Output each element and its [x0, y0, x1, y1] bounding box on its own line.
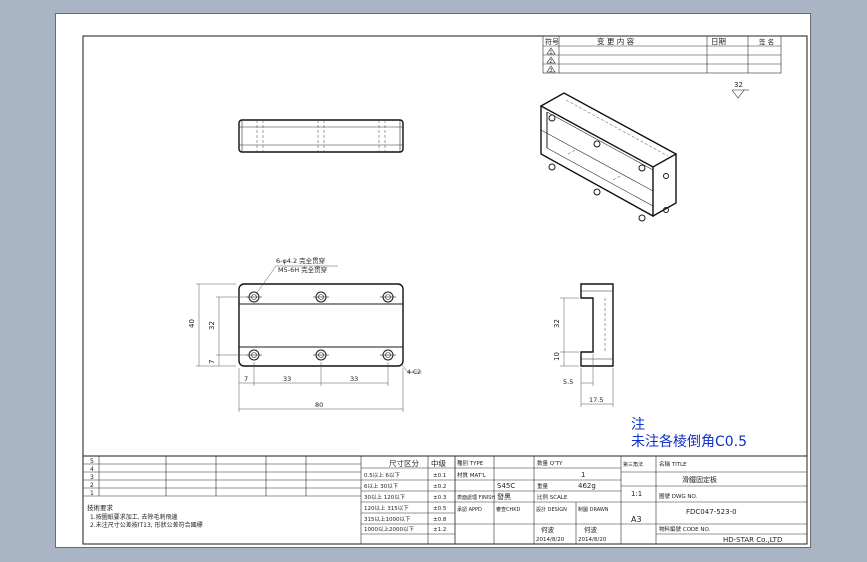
tol-range: 315以上1000以下 — [364, 515, 411, 523]
rev-row-3: 3 — [550, 68, 553, 74]
tb-designer: 何波 — [541, 525, 555, 534]
dim-chamfer: 4-C2 — [407, 369, 421, 376]
parts-row-index: 4 — [90, 466, 94, 473]
hole-callout-line1: 6-φ4.2 完全贯穿 — [276, 256, 325, 265]
tol-range: 0.5以上 6以下 — [364, 471, 400, 479]
rev-row-2: 2 — [550, 59, 553, 65]
rev-header-sign: 签 名 — [759, 37, 774, 46]
tb-name: 滑鐵固定板 — [682, 475, 717, 484]
company-name: HD-STAR Co.,LTD — [723, 536, 782, 544]
tb-weight: 462g — [578, 482, 596, 490]
tol-value: ±1.2 — [433, 527, 446, 533]
surface-finish-value: 32 — [734, 81, 743, 89]
parts-row-index: 3 — [90, 474, 94, 481]
title-block: 種別 TYPE 数量 Q'TY 1 材質 MAT'L S45C 重量 462g … — [454, 455, 808, 545]
side-dim-h-small: 5.5 — [563, 378, 573, 386]
dim-h-pitch2: 33 — [350, 375, 358, 383]
tb-name-label: 名稱 TITLE — [659, 460, 687, 468]
side-dim-vertical-lower: 10 — [553, 352, 561, 361]
tech-req-line2: 2.未注尺寸公差按IT13, 形狀公差符合國標 — [90, 521, 203, 529]
tol-header2: 中级 — [431, 458, 446, 468]
tb-finish: 發黑 — [497, 492, 511, 501]
note-title: 注 — [631, 417, 645, 433]
rev-header-symbol: 符号 — [545, 37, 559, 46]
tb-drawer: 何波 — [584, 525, 598, 534]
tol-range: 1000以上2000以下 — [364, 525, 414, 533]
side-view — [580, 283, 614, 367]
tol-value: ±0.1 — [433, 473, 446, 479]
note-text: 未注各棱倒角C0.5 — [631, 434, 747, 450]
parts-row-index: 5 — [90, 458, 94, 465]
tech-req-line1: 1.按圖紙要求加工, 去除毛刺飛邊 — [90, 513, 178, 521]
tb-scale: 1:1 — [631, 490, 642, 498]
dim-h-pitch1: 33 — [283, 375, 291, 383]
dim-vertical-mid: 32 — [208, 321, 216, 330]
parts-row-index: 2 — [90, 482, 94, 489]
tol-value: ±0.5 — [433, 506, 447, 512]
tb-projection-label: 第三角法 — [623, 461, 643, 468]
front-view-dimensions: 6-φ4.2 完全贯穿 M5-6H 完全贯穿 40 32 7 7 33 33 8… — [188, 256, 422, 412]
parts-row-index: 1 — [90, 490, 94, 497]
top-view — [238, 119, 404, 153]
tol-range: 6以上 30以下 — [364, 482, 399, 490]
tb-finish-label: 表面處理 FINISH — [457, 494, 495, 501]
tolerance-table: 尺寸区分 中级 0.5以上 6以下 ±0.1 6以上 30以下 ±0.2 30以… — [360, 455, 456, 545]
tol-value: ±0.3 — [433, 495, 447, 501]
engineering-drawing: 符号 变 更 内 容 日期 签 名 1 2 3 32 6-φ4.2 完全贯穿 M… — [82, 35, 808, 545]
tb-qty: 1 — [581, 471, 585, 479]
dim-h-small: 7 — [244, 375, 248, 383]
drawing-sheet: 符号 变 更 内 容 日期 签 名 1 2 3 32 6-φ4.2 完全贯穿 M… — [55, 13, 811, 548]
tb-design-label: 設計 DESIGN — [536, 506, 567, 513]
tb-material: S45C — [497, 482, 515, 490]
tech-req-title: 技術要求 — [87, 503, 114, 512]
isometric-view — [539, 92, 678, 222]
tb-size: A3 — [631, 515, 642, 524]
rev-row-1: 1 — [550, 50, 553, 56]
tb-scale-label: 比例 SCALE — [537, 493, 568, 501]
tb-approved-label: 承認 APPD — [457, 506, 482, 513]
tb-date2: 2014/8/20 — [578, 537, 607, 543]
front-view — [238, 283, 404, 367]
tb-checked-label: 審查CHKD — [496, 506, 521, 513]
tb-material-label: 材質 MAT'L — [457, 471, 487, 479]
revision-table: 符号 变 更 内 容 日期 签 名 1 2 3 — [542, 35, 782, 74]
tb-dwg-no: FDC047-523-0 — [686, 508, 737, 516]
tb-date1: 2014/8/20 — [536, 537, 565, 543]
tb-weight-label: 重量 — [537, 482, 549, 490]
tb-qty-label: 数量 Q'TY — [537, 459, 563, 467]
tol-value: ±0.8 — [433, 517, 447, 523]
tb-type-label: 種別 TYPE — [457, 459, 484, 467]
side-dim-h-total: 17.5 — [589, 396, 603, 404]
tb-dwg-label: 圖號 DWG NO. — [659, 492, 698, 500]
tb-code-label: 物料編號 CODE NO. — [659, 525, 711, 533]
surface-finish-symbol: 32 — [731, 81, 749, 99]
rev-header-date: 日期 — [711, 37, 726, 46]
tol-range: 120以上 315以下 — [364, 504, 409, 512]
dim-vertical-small: 7 — [208, 360, 216, 364]
side-dim-vertical-upper: 32 — [553, 319, 561, 328]
tol-range: 30以上 120以下 — [364, 493, 406, 501]
tb-drawn-label: 制圖 DRAWN — [578, 506, 609, 513]
tol-header: 尺寸区分 — [389, 458, 419, 468]
rev-header-content: 变 更 内 容 — [597, 36, 635, 46]
tol-value: ±0.2 — [433, 484, 446, 490]
hole-callout-line2: M5-6H 完全贯穿 — [278, 265, 327, 274]
dim-vertical-total: 40 — [188, 319, 196, 328]
dim-h-total: 80 — [315, 401, 323, 409]
